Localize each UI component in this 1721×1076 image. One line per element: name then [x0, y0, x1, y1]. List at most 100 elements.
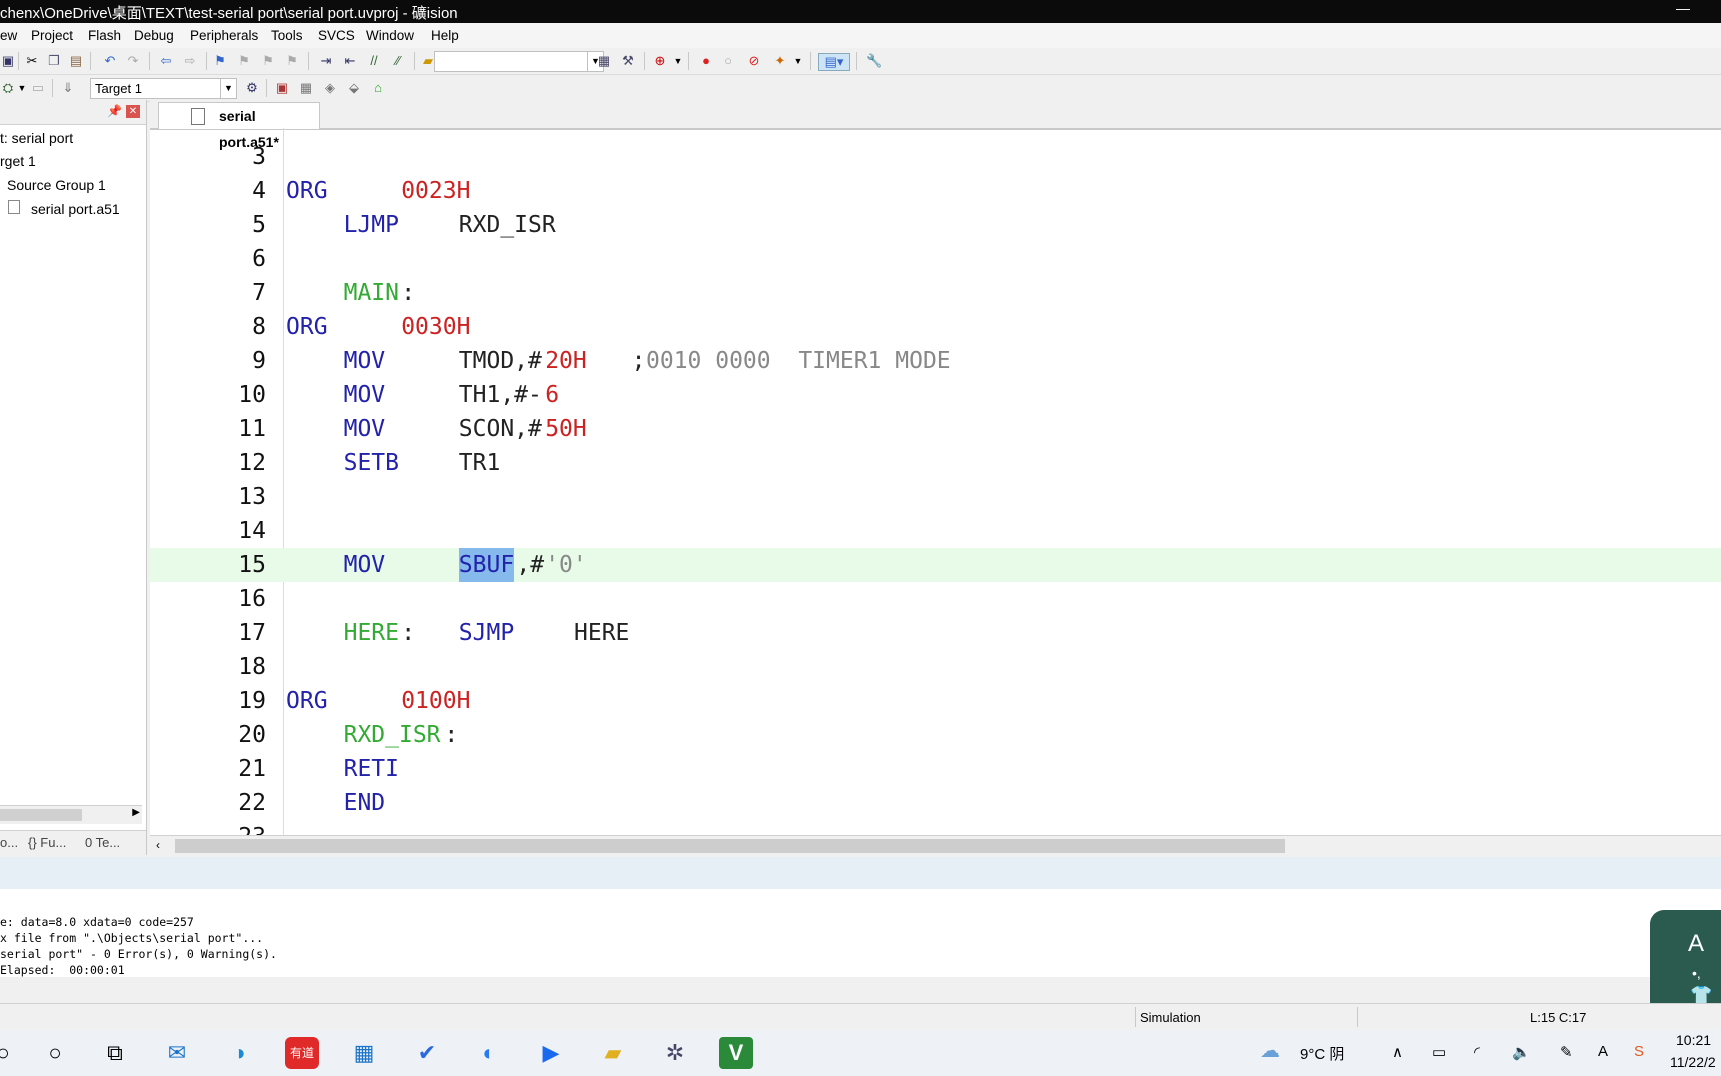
tree-target[interactable]: rget 1	[0, 153, 36, 169]
code-line[interactable]: 11 MOV SCON,# 50H	[150, 412, 1721, 446]
manage-components-icon[interactable]: ▣	[274, 80, 290, 96]
clock-time[interactable]: 10:21	[1676, 1032, 1711, 1048]
kill-breakpoints-icon[interactable]: ⊘	[746, 53, 762, 69]
pack-installer-icon[interactable]: ⬙	[346, 80, 362, 96]
calculator-icon[interactable]: ▦	[347, 1037, 381, 1069]
rte-icon[interactable]: ◈	[322, 80, 338, 96]
code-line[interactable]: 21 RETI	[150, 752, 1721, 786]
target-select[interactable]: Target 1 ▼	[90, 78, 237, 99]
chevron-up-icon[interactable]: ∧	[1392, 1043, 1403, 1061]
minimize-button[interactable]: —	[1673, 0, 1693, 20]
target-options-icon[interactable]: ⚙	[244, 80, 260, 96]
clear-bookmarks-icon[interactable]: ⚑	[284, 53, 300, 69]
weather-text[interactable]: 9°C 阴	[1300, 1043, 1344, 1064]
panel-splitter[interactable]	[0, 857, 1721, 889]
nav-forward-icon[interactable]: ⇨	[182, 53, 198, 69]
breakpoint-icon[interactable]: ●	[698, 53, 714, 69]
replace-icon[interactable]: ⚒	[620, 53, 636, 69]
stop-build-icon[interactable]: ▭	[30, 80, 46, 96]
next-bookmark-icon[interactable]: ⚑	[260, 53, 276, 69]
mail-icon[interactable]: ✉	[160, 1037, 194, 1069]
chevron-down-icon[interactable]: ▼	[14, 80, 30, 96]
nav-back-icon[interactable]: ⇦	[158, 53, 174, 69]
debug-session-icon[interactable]: ⊕	[652, 53, 668, 69]
wifi-icon[interactable]: ◜	[1474, 1043, 1480, 1061]
menu-debug[interactable]: Debug	[134, 28, 174, 43]
menu-window[interactable]: Window	[366, 28, 414, 43]
code-line[interactable]: 20 RXD_ISR:	[150, 718, 1721, 752]
app-blue-2-icon[interactable]: ▶	[534, 1037, 568, 1069]
unindent-icon[interactable]: ⇤	[342, 53, 358, 69]
code-line[interactable]: 17 HERE: SJMP HERE	[150, 616, 1721, 650]
select-packs-icon[interactable]: ▦	[298, 80, 314, 96]
close-icon[interactable]: ✕	[126, 105, 140, 118]
comment-icon[interactable]: //	[366, 53, 382, 69]
paste-icon[interactable]: ▤	[68, 53, 84, 69]
pen-icon[interactable]: ✎	[1560, 1043, 1573, 1061]
menu-help[interactable]: Help	[431, 28, 459, 43]
keil-uvision-icon[interactable]: V	[719, 1037, 753, 1069]
code-line[interactable]: 9 MOV TMOD,# 20H; 0010 0000 TIMER1 MODE	[150, 344, 1721, 378]
code-line[interactable]: 12 SETB TR1	[150, 446, 1721, 480]
load-icon[interactable]: ⇓	[60, 80, 76, 96]
code-line[interactable]: 3	[150, 140, 1721, 174]
tree-project-root[interactable]: t: serial port	[0, 130, 73, 146]
feishu-icon[interactable]: ✔	[410, 1037, 444, 1069]
menu-project[interactable]: Project	[31, 28, 73, 43]
code-line[interactable]: 13	[150, 480, 1721, 514]
menu-flash[interactable]: Flash	[88, 28, 121, 43]
menu-svcs[interactable]: SVCS	[318, 28, 355, 43]
pin-icon[interactable]: 📌	[107, 104, 122, 118]
menu-peripherals[interactable]: Peripherals	[190, 28, 258, 43]
code-line[interactable]: 19 ORG 0100H	[150, 684, 1721, 718]
menu-tools[interactable]: Tools	[271, 28, 303, 43]
prev-bookmark-icon[interactable]: ⚑	[236, 53, 252, 69]
project-hscrollbar[interactable]: ▶	[0, 805, 142, 824]
configure-icon[interactable]: 🔧	[866, 53, 882, 69]
multi-project-icon[interactable]: ⌂	[370, 80, 386, 96]
code-line[interactable]: 14	[150, 514, 1721, 548]
tree-file[interactable]: serial port.a51	[31, 201, 120, 217]
tab-functions[interactable]: {} Fu...	[28, 835, 66, 850]
youdao-icon[interactable]: 有道	[285, 1037, 319, 1069]
scroll-thumb[interactable]	[0, 809, 82, 821]
tab-serial-port-a51[interactable]: serial port.a51*	[158, 102, 320, 150]
code-editor[interactable]: 3 4 ORG 0023H 5 LJMP RXD_ISR 6 7 MAIN: 8 ORG 0030H 9 M…	[150, 140, 1721, 835]
menu-view[interactable]: ew	[0, 28, 17, 43]
start-icon[interactable]: ○	[0, 1037, 20, 1069]
sogou-icon[interactable]: S	[1634, 1043, 1644, 1060]
code-line[interactable]: 10 MOV TH1,#- 6	[150, 378, 1721, 412]
debugger-icon[interactable]: ✲	[658, 1037, 692, 1069]
tab-templates[interactable]: 0 Te...	[85, 835, 120, 850]
toggle-breakpoints-icon[interactable]: ✦	[772, 53, 788, 69]
volume-icon[interactable]: 🔈	[1512, 1043, 1531, 1061]
undo-icon[interactable]: ↶	[102, 53, 118, 69]
scroll-thumb[interactable]	[175, 839, 1285, 853]
ime-icon[interactable]: A	[1598, 1043, 1608, 1060]
save-all-icon[interactable]: ▣	[0, 53, 16, 69]
find-combo[interactable]: ▼	[434, 51, 604, 72]
disable-breakpoint-icon[interactable]: ○	[720, 53, 736, 69]
code-line[interactable]: 18	[150, 650, 1721, 684]
chevron-down-icon[interactable]: ▼	[790, 53, 806, 69]
battery-icon[interactable]: ▭	[1432, 1043, 1446, 1061]
code-line[interactable]: 16	[150, 582, 1721, 616]
tab-project[interactable]: o...	[0, 835, 18, 850]
copy-icon[interactable]: ❐	[46, 53, 62, 69]
window-layout-icon[interactable]: ▤▾	[818, 53, 850, 71]
chevron-down-icon[interactable]: ▼	[670, 53, 686, 69]
indent-icon[interactable]: ⇥	[318, 53, 334, 69]
task-view-icon[interactable]: ⧉	[98, 1037, 132, 1069]
app-blue-1-icon[interactable]: ◐	[472, 1037, 506, 1069]
code-line[interactable]: 5 LJMP RXD_ISR	[150, 208, 1721, 242]
code-line[interactable]: 23	[150, 820, 1721, 835]
tree-source-group[interactable]: Source Group 1	[7, 177, 106, 193]
file-explorer-icon[interactable]: ▰	[596, 1037, 630, 1069]
bookmark-icon[interactable]: ⚑	[212, 53, 228, 69]
uncomment-icon[interactable]: ⁄⁄	[390, 53, 406, 69]
redo-icon[interactable]: ↷	[125, 53, 141, 69]
arrow-right-icon[interactable]: ▶	[132, 807, 140, 818]
code-line[interactable]: 6	[150, 242, 1721, 276]
arrow-left-icon[interactable]: ‹	[156, 838, 160, 852]
code-line[interactable]: 7 MAIN:	[150, 276, 1721, 310]
